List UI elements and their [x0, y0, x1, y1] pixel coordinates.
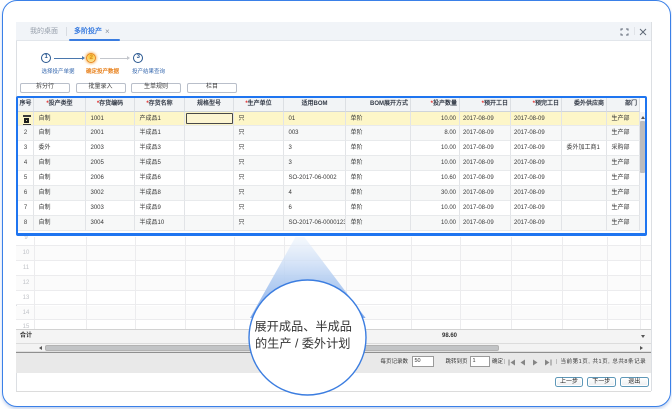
svg-text:的生产 / 委外计划: 的生产 / 委外计划 [255, 336, 350, 351]
svg-text:展开成品、半成品: 展开成品、半成品 [255, 320, 353, 334]
